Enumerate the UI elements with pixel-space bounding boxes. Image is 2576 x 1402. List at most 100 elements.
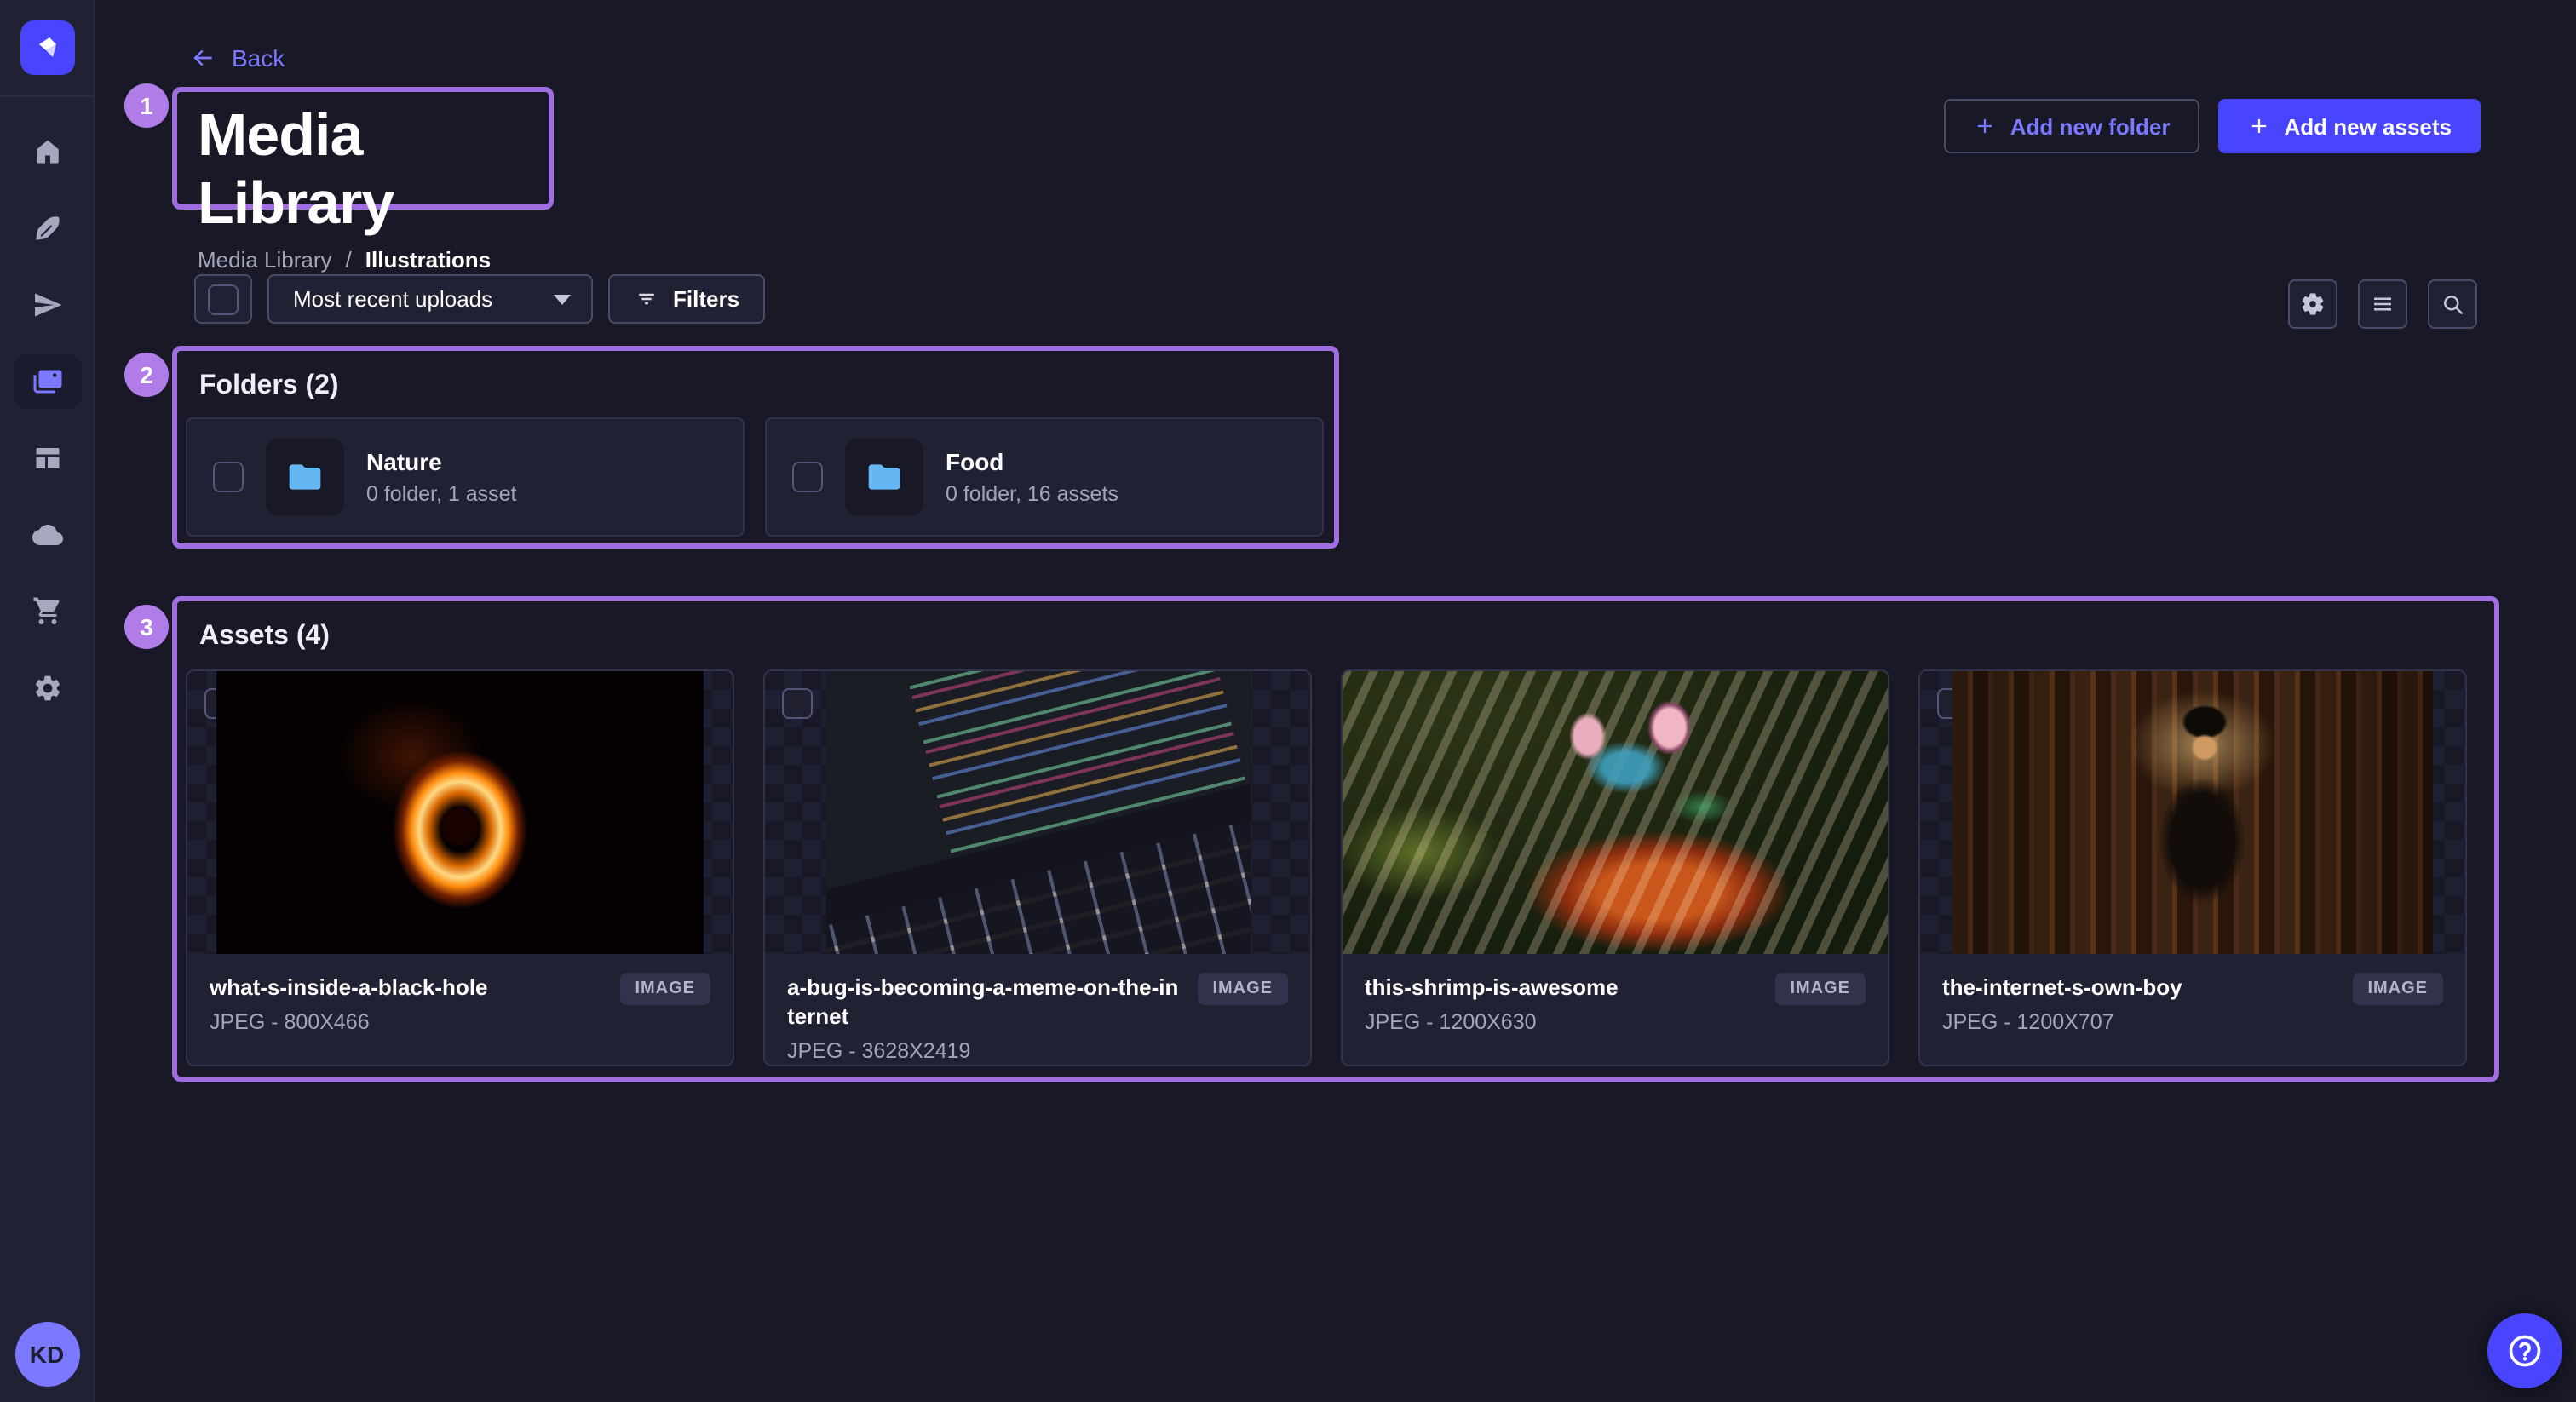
folder-name: Nature xyxy=(366,448,517,475)
asset-media xyxy=(1920,671,2465,954)
gear-icon xyxy=(2300,291,2326,317)
asset-footer: a-bug-is-becoming-a-meme-on-the-internet… xyxy=(765,954,1310,1063)
asset-meta: JPEG - 3628X2419 xyxy=(787,1039,1183,1063)
folders-heading: Folders (2) xyxy=(199,370,1334,404)
asset-type-badge: IMAGE xyxy=(619,973,710,1005)
breadcrumb-current: Illustrations xyxy=(365,247,491,273)
annotation-box-1: 1 Media Library Media Library / Illustra… xyxy=(172,87,554,210)
filter-icon xyxy=(634,286,659,312)
strapi-logo[interactable] xyxy=(20,20,74,75)
asset-type-badge: IMAGE xyxy=(2352,973,2443,1005)
annotation-badge-3: 3 xyxy=(124,605,169,649)
asset-card-black-hole[interactable]: what-s-inside-a-black-hole JPEG - 800X46… xyxy=(186,669,734,1066)
filters-button[interactable]: Filters xyxy=(608,274,765,324)
asset-card-internets-own-boy[interactable]: the-internet-s-own-boy JPEG - 1200X707 I… xyxy=(1918,669,2467,1066)
asset-checkbox[interactable] xyxy=(782,688,813,719)
asset-media xyxy=(1343,671,1888,954)
asset-footer: the-internet-s-own-boy JPEG - 1200X707 I… xyxy=(1920,954,2465,1034)
man-in-library-photo xyxy=(1952,671,2433,954)
view-settings-button[interactable] xyxy=(2288,279,2337,329)
folder-tile xyxy=(845,438,923,516)
asset-titles: a-bug-is-becoming-a-meme-on-the-internet… xyxy=(787,973,1197,1063)
select-all-checkbox-button[interactable] xyxy=(194,274,252,324)
arrow-left-icon xyxy=(189,44,216,72)
folder-card-food[interactable]: Food 0 folder, 16 assets xyxy=(765,417,1324,537)
cart-icon xyxy=(32,596,62,627)
black-hole-photo xyxy=(216,671,704,954)
strapi-logo-icon xyxy=(26,27,67,68)
sidebar: KD xyxy=(0,0,95,1402)
asset-media xyxy=(765,671,1310,954)
sidebar-item-content-manager[interactable] xyxy=(13,201,81,256)
asset-meta: JPEG - 1200X630 xyxy=(1365,1010,1761,1034)
folder-list: Nature 0 folder, 1 asset Food 0 folder, … xyxy=(186,417,1334,537)
folder-icon xyxy=(865,458,903,496)
breadcrumb-separator: / xyxy=(346,247,352,273)
sidebar-item-settings[interactable] xyxy=(13,661,81,715)
folder-checkbox[interactable] xyxy=(213,462,244,492)
list-view-button[interactable] xyxy=(2358,279,2407,329)
breadcrumb: Media Library / Illustrations xyxy=(198,247,528,273)
plus-icon xyxy=(1973,114,1997,138)
add-new-assets-label: Add new assets xyxy=(2284,113,2452,139)
annotation-badge-1: 1 xyxy=(124,83,169,128)
page-title: Media Library xyxy=(198,102,528,238)
folder-text: Food 0 folder, 16 assets xyxy=(946,448,1118,506)
main-content: Back 1 Media Library Media Library / Ill… xyxy=(95,0,2576,1402)
asset-media xyxy=(187,671,733,954)
sort-dropdown[interactable]: Most recent uploads xyxy=(267,274,593,324)
folder-name: Food xyxy=(946,448,1118,475)
folder-meta: 0 folder, 1 asset xyxy=(366,482,517,506)
folder-text: Nature 0 folder, 1 asset xyxy=(366,448,517,506)
annotation-badge-2: 2 xyxy=(124,353,169,397)
asset-list: what-s-inside-a-black-hole JPEG - 800X46… xyxy=(186,669,2494,1066)
folder-meta: 0 folder, 16 assets xyxy=(946,482,1118,506)
add-new-assets-button[interactable]: Add new assets xyxy=(2217,99,2481,153)
sidebar-nav xyxy=(13,124,81,1322)
help-button[interactable] xyxy=(2487,1313,2562,1388)
asset-titles: this-shrimp-is-awesome JPEG - 1200X630 xyxy=(1365,973,1774,1034)
asset-card-shrimp[interactable]: this-shrimp-is-awesome JPEG - 1200X630 I… xyxy=(1341,669,1889,1066)
sidebar-item-marketplace[interactable] xyxy=(13,584,81,639)
asset-name: this-shrimp-is-awesome xyxy=(1365,973,1761,1002)
view-tools xyxy=(2288,279,2477,329)
plus-icon xyxy=(2246,114,2270,138)
assets-heading: Assets (4) xyxy=(199,620,2494,654)
sidebar-item-releases[interactable] xyxy=(13,278,81,332)
folder-card-nature[interactable]: Nature 0 folder, 1 asset xyxy=(186,417,745,537)
sort-dropdown-value: Most recent uploads xyxy=(293,286,492,312)
sidebar-item-cloud[interactable] xyxy=(13,508,81,562)
folder-checkbox[interactable] xyxy=(792,462,823,492)
laptop-code-photo xyxy=(825,671,1250,954)
asset-meta: JPEG - 800X466 xyxy=(210,1010,606,1034)
breadcrumb-parent[interactable]: Media Library xyxy=(198,247,332,273)
asset-footer: this-shrimp-is-awesome JPEG - 1200X630 I… xyxy=(1343,954,1888,1034)
select-all-checkbox[interactable] xyxy=(208,284,239,314)
sidebar-item-media-library[interactable] xyxy=(13,354,81,409)
toolbar: Most recent uploads Filters xyxy=(194,274,765,324)
search-button[interactable] xyxy=(2428,279,2477,329)
sidebar-item-content-type-builder[interactable] xyxy=(13,431,81,486)
list-icon xyxy=(2370,291,2395,317)
mantis-shrimp-photo xyxy=(1343,671,1888,954)
sidebar-divider xyxy=(0,95,95,97)
asset-name: what-s-inside-a-black-hole xyxy=(210,973,606,1002)
media-library-app: KD Back 1 Media Library Media Library / … xyxy=(0,0,2576,1402)
paper-plane-icon xyxy=(32,290,62,320)
user-avatar[interactable]: KD xyxy=(14,1322,79,1387)
asset-card-bug-meme[interactable]: a-bug-is-becoming-a-meme-on-the-internet… xyxy=(763,669,1312,1066)
question-circle-icon xyxy=(2506,1332,2544,1370)
home-icon xyxy=(32,136,62,167)
asset-type-badge: IMAGE xyxy=(1197,973,1288,1005)
folder-icon xyxy=(286,458,324,496)
add-new-folder-button[interactable]: Add new folder xyxy=(1944,99,2199,153)
cloud-icon xyxy=(32,520,62,550)
back-label: Back xyxy=(232,44,285,72)
back-link[interactable]: Back xyxy=(189,44,285,72)
asset-name: the-internet-s-own-boy xyxy=(1942,973,2338,1002)
feather-icon xyxy=(32,213,62,244)
sidebar-item-home[interactable] xyxy=(13,124,81,179)
chevron-down-icon xyxy=(554,294,571,304)
annotation-box-3: 3 Assets (4) what-s-inside-a-black-hole … xyxy=(172,596,2499,1082)
header-actions: Add new folder Add new assets xyxy=(1944,99,2481,153)
